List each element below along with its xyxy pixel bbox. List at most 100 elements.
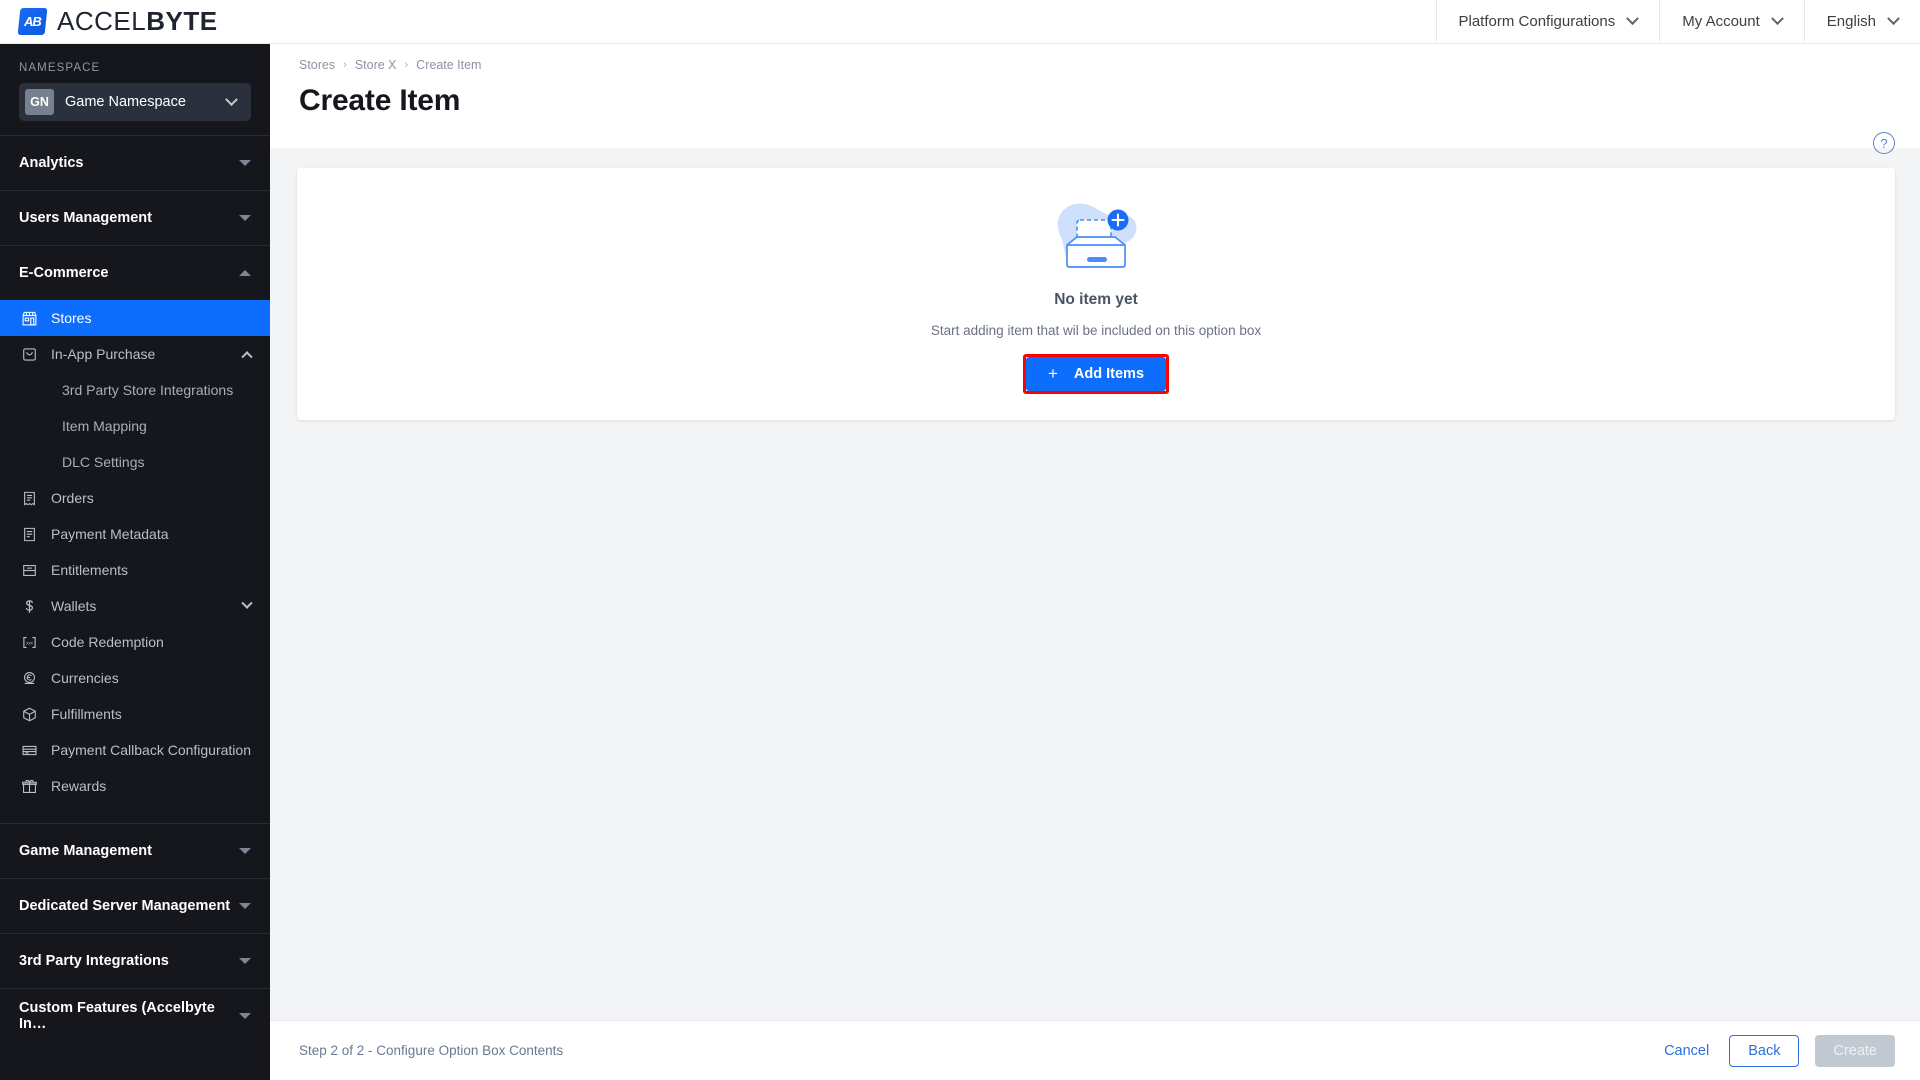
coin-icon [19, 668, 39, 688]
empty-state-subtitle: Start adding item that wil be included o… [930, 322, 1262, 338]
sidebar-item-dlc-settings[interactable]: DLC Settings [0, 444, 270, 480]
topnav-platform-configurations[interactable]: Platform Configurations [1435, 0, 1660, 43]
sidebar-subitem-label: 3rd Party Store Integrations [62, 382, 234, 398]
create-button[interactable]: Create [1815, 1034, 1895, 1067]
svg-text:xxx: xxx [26, 640, 34, 645]
sidebar-item-label: Payment Metadata [51, 526, 169, 542]
brand-mark-text: AB [24, 14, 41, 29]
card-icon [19, 560, 39, 580]
sidebar-group-analytics[interactable]: Analytics [0, 135, 270, 190]
sidebar-subitem-label: Item Mapping [62, 418, 147, 434]
cancel-button[interactable]: Cancel [1660, 1037, 1713, 1065]
sidebar-item-item-mapping[interactable]: Item Mapping [0, 408, 270, 444]
topnav-language[interactable]: English [1803, 0, 1920, 43]
caret-up-icon [239, 270, 251, 276]
breadcrumb-item-stores[interactable]: Stores [299, 58, 335, 72]
sidebar-item-in-app-purchase[interactable]: In-App Purchase [0, 336, 270, 372]
sidebar-item-fulfillments[interactable]: Fulfillments [0, 696, 270, 732]
chevron-down-icon [1770, 12, 1784, 26]
topnav-label: My Account [1682, 13, 1760, 30]
dollar-icon [19, 596, 39, 616]
empty-inbox-add-icon [1036, 195, 1156, 281]
sidebar-group-users-management[interactable]: Users Management [0, 190, 270, 245]
sidebar-item-wallets[interactable]: Wallets [0, 588, 270, 624]
sidebar-group-label: E-Commerce [19, 265, 109, 281]
add-items-highlight: + Add Items [1022, 353, 1170, 394]
breadcrumb: Stores › Store X › Create Item [299, 58, 1896, 72]
page-content: No item yet Start adding item that wil b… [270, 148, 1920, 420]
sidebar-item-label: Currencies [51, 670, 119, 686]
payment-card-icon [19, 740, 39, 760]
top-bar: AB ACCELBYTE Platform Configurations My … [0, 0, 1920, 44]
caret-down-icon [239, 1013, 251, 1019]
breadcrumb-item-create-item: Create Item [416, 58, 482, 72]
chevron-down-icon [241, 597, 253, 609]
namespace-name: Game Namespace [65, 94, 186, 110]
brand-name-light: ACCEL [57, 6, 147, 36]
document-icon [19, 524, 39, 544]
sidebar-item-code-redemption[interactable]: xxx Code Redemption [0, 624, 270, 660]
receipt-icon [19, 488, 39, 508]
sidebar-group-label: 3rd Party Integrations [19, 953, 169, 969]
caret-down-icon [239, 215, 251, 221]
brand-logo[interactable]: AB ACCELBYTE [0, 0, 270, 43]
chevron-down-icon [225, 92, 238, 106]
step-indicator: Step 2 of 2 - Configure Option Box Conte… [299, 1043, 564, 1058]
sidebar-group-label: Analytics [19, 155, 84, 171]
topnav-my-account[interactable]: My Account [1659, 0, 1804, 43]
sidebar-item-3rd-party-store-integrations[interactable]: 3rd Party Store Integrations [0, 372, 270, 408]
sidebar-group-label: Dedicated Server Management [19, 898, 231, 914]
namespace-avatar: GN [25, 89, 54, 115]
topnav-label: Platform Configurations [1458, 13, 1616, 30]
plus-icon: + [1047, 363, 1058, 383]
caret-down-icon [239, 848, 251, 854]
accelbyte-logo-icon: AB [17, 8, 48, 35]
sidebar-group-game-management[interactable]: Game Management [0, 823, 270, 878]
sidebar-group-3rd-party-integrations[interactable]: 3rd Party Integrations [0, 933, 270, 988]
box-icon [19, 704, 39, 724]
sidebar-group-dedicated-server-management[interactable]: Dedicated Server Management [0, 878, 270, 933]
chevron-up-icon [241, 351, 253, 363]
sidebar-item-label: Rewards [51, 778, 107, 794]
namespace-label: NAMESPACE [19, 62, 101, 74]
caret-down-icon [239, 160, 251, 166]
footer-actions: Cancel Back Create [1660, 1034, 1895, 1067]
breadcrumb-item-store-x[interactable]: Store X [355, 58, 397, 72]
sidebar-item-label: Fulfillments [51, 706, 122, 722]
breadcrumb-separator-icon: › [343, 59, 347, 71]
top-navigation: Platform Configurations My Account Engli… [1435, 0, 1920, 43]
question-mark-icon[interactable]: ? [1873, 132, 1895, 154]
sidebar-item-label: Wallets [51, 598, 97, 614]
sidebar-item-entitlements[interactable]: Entitlements [0, 552, 270, 588]
caret-down-icon [239, 903, 251, 909]
sidebar-subitem-label: DLC Settings [62, 454, 145, 470]
page-footer: Step 2 of 2 - Configure Option Box Conte… [270, 1020, 1920, 1080]
sidebar-item-rewards[interactable]: Rewards [0, 768, 270, 804]
brand-wordmark: ACCELBYTE [57, 6, 218, 37]
breadcrumb-separator-icon: › [404, 59, 409, 71]
code-icon: xxx [19, 632, 39, 652]
sidebar-item-stores[interactable]: Stores [0, 300, 270, 336]
storefront-icon [19, 308, 39, 328]
namespace-block: NAMESPACE GN Game Namespace [0, 44, 270, 135]
namespace-selector[interactable]: GN Game Namespace [19, 83, 251, 121]
sidebar-group-label: Game Management [19, 843, 152, 859]
sidebar-item-orders[interactable]: Orders [0, 480, 270, 516]
sidebar-item-label: Orders [51, 490, 94, 506]
sidebar-item-currencies[interactable]: Currencies [0, 660, 270, 696]
empty-state-card: No item yet Start adding item that wil b… [297, 168, 1895, 420]
chevron-down-icon [1887, 12, 1900, 26]
sidebar-item-label: Code Redemption [51, 634, 164, 650]
sidebar-group-label: Custom Features (Accelbyte In… [19, 1000, 215, 1032]
sidebar-item-payment-metadata[interactable]: Payment Metadata [0, 516, 270, 552]
sidebar-group-custom-features[interactable]: Custom Features (Accelbyte In… [0, 988, 270, 1043]
page-header: Stores › Store X › Create Item Create It… [270, 44, 1920, 154]
add-items-button[interactable]: + Add Items [1025, 356, 1167, 391]
sidebar: NAMESPACE GN Game Namespace Analytics Us… [0, 44, 270, 1080]
help-glyph: ? [1880, 135, 1888, 151]
back-button[interactable]: Back [1729, 1034, 1800, 1067]
sidebar-item-label: Payment Callback Configuration [51, 742, 251, 758]
sidebar-item-payment-callback-configuration[interactable]: Payment Callback Configuration [0, 732, 270, 768]
sidebar-group-e-commerce[interactable]: E-Commerce [0, 245, 270, 300]
chevron-down-icon [1626, 12, 1640, 26]
